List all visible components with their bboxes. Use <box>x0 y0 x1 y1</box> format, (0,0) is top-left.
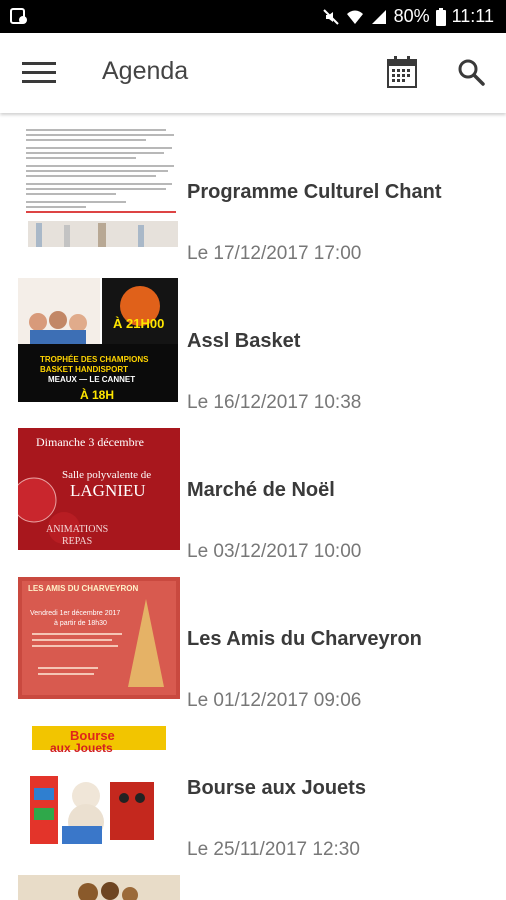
bourse-jouets-text: aux Jouets <box>50 741 113 755</box>
event-date: Le 16/12/2017 10:38 <box>187 392 362 413</box>
mute-icon <box>322 8 339 25</box>
agenda-list: Programme Culturel Chant Le 17/12/2017 1… <box>0 113 506 900</box>
basket-time2-text: À 18H <box>80 387 114 402</box>
status-right: 80% 11:11 <box>322 0 494 33</box>
event-thumbnail: LES AMIS DU CHARVEYRON Vendredi 1er déce… <box>18 577 180 699</box>
event-thumbnail <box>18 875 180 900</box>
amis-time-text: à partir de 18h30 <box>54 620 107 627</box>
screenshot-notification-icon <box>10 8 27 24</box>
calendar-icon[interactable] <box>386 55 418 89</box>
agenda-item-partial[interactable] <box>0 873 506 900</box>
basket-time-text: À 21H00 <box>113 316 164 331</box>
event-title: Marché de Noël <box>187 479 335 501</box>
event-thumbnail <box>18 125 180 247</box>
hamburger-menu-icon[interactable] <box>22 61 58 85</box>
agenda-item[interactable]: À 21H00 TROPHÉE DES CHAMPIONS BASKET HAN… <box>0 274 506 423</box>
basket-handisport-text: BASKET HANDISPORT <box>40 365 128 374</box>
event-thumbnail: Dimanche 3 décembre Salle polyvalente de… <box>18 428 180 550</box>
agenda-item[interactable]: Programme Culturel Chant Le 17/12/2017 1… <box>0 125 506 274</box>
signal-icon <box>371 9 386 24</box>
noel-date-text: Dimanche 3 décembre <box>36 435 144 449</box>
agenda-item[interactable]: Bourse aux Jouets Bourse aux Jouets Le 2… <box>0 721 506 870</box>
event-title: Assl Basket <box>187 330 301 352</box>
event-thumbnail: Bourse aux Jouets <box>18 726 180 848</box>
event-date: Le 01/12/2017 09:06 <box>187 690 362 711</box>
status-bar: 80% 11:11 <box>0 0 506 33</box>
event-date: Le 03/12/2017 10:00 <box>187 541 362 562</box>
basket-trophy-text: TROPHÉE DES CHAMPIONS <box>40 355 149 364</box>
basket-teams-text: MEAUX — LE CANNET <box>48 375 135 384</box>
agenda-item[interactable]: Dimanche 3 décembre Salle polyvalente de… <box>0 423 506 572</box>
clock: 11:11 <box>451 6 494 26</box>
page-title: Agenda <box>102 57 189 85</box>
battery-icon <box>435 7 446 26</box>
agenda-item[interactable]: LES AMIS DU CHARVEYRON Vendredi 1er déce… <box>0 572 506 721</box>
event-title: Programme Culturel Chant <box>187 181 442 203</box>
event-date: Le 17/12/2017 17:00 <box>187 243 362 264</box>
search-icon[interactable] <box>456 57 486 87</box>
event-date: Le 25/11/2017 12:30 <box>187 839 360 860</box>
noel-place-text: Salle polyvalente de <box>62 469 151 481</box>
noel-animations-text: ANIMATIONS <box>46 524 108 535</box>
event-title: Bourse aux Jouets <box>187 777 366 799</box>
wifi-icon <box>346 10 363 24</box>
battery-percent: 80% <box>393 6 430 26</box>
amis-title-text: LES AMIS DU CHARVEYRON <box>28 584 138 593</box>
noel-town-text: LAGNIEU <box>70 481 146 500</box>
amis-date-text: Vendredi 1er décembre 2017 <box>30 610 120 617</box>
event-thumbnail: À 21H00 TROPHÉE DES CHAMPIONS BASKET HAN… <box>18 278 178 402</box>
app-bar: Agenda <box>0 33 506 113</box>
noel-repas-text: REPAS <box>62 536 92 547</box>
event-title: Les Amis du Charveyron <box>187 628 422 650</box>
